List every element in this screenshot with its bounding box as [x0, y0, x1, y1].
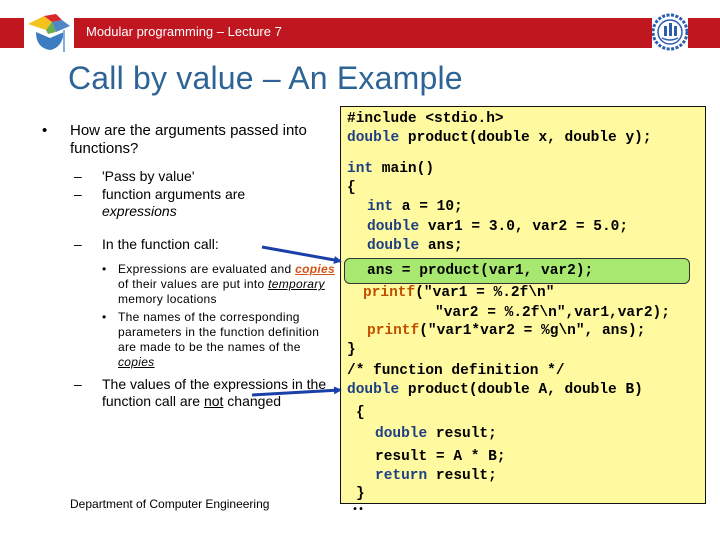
bullet-level3: • Expressions are evaluated and copies o…: [38, 262, 338, 307]
bullet-dash: –: [74, 376, 82, 392]
code-line-ans-decl: double ans;: [367, 238, 463, 254]
code-line-main: int main(): [347, 161, 435, 177]
code-line-prototype: double product(double x, double y);: [347, 130, 652, 146]
bullet-dash: –: [74, 236, 82, 252]
header-title: Modular programming – Lecture 7: [86, 24, 282, 39]
code-line-printf1: printf("var1 = %.2f\n": [363, 285, 555, 301]
code-line-close-brace: }: [347, 342, 356, 358]
code-line-printf2: printf("var1*var2 = %g\n", ans);: [367, 323, 646, 339]
footer-department: Department of Computer Engineering: [70, 497, 270, 511]
bullet-text: memory locations: [118, 292, 217, 306]
code-line-int-a: int a = 10;: [367, 199, 463, 215]
bullet-level2: – 'Pass by value': [38, 168, 338, 185]
header-band-right: [688, 18, 720, 48]
bullet-list: • How are the arguments passed into func…: [38, 122, 338, 410]
bullet-dot: •: [42, 122, 48, 139]
code-line-def-close: }: [356, 486, 365, 502]
bullet-dash: –: [74, 186, 82, 202]
emphasis-copies-2: copies: [118, 355, 155, 369]
code-line-definition: double product(double A, double B): [347, 382, 643, 398]
bullet-text: 'Pass by value': [102, 168, 195, 184]
code-line-def-open: {: [356, 405, 365, 421]
bullet-text: function arguments are: [102, 186, 246, 202]
bullet-level3: • The names of the corresponding paramet…: [38, 310, 338, 370]
bullet-level2: – In the function call:: [38, 236, 338, 253]
bullet-level1: • How are the arguments passed into func…: [38, 122, 338, 158]
code-line-result-assign: result = A * B;: [375, 449, 506, 465]
emphasis-not: not: [203, 393, 224, 409]
bullet-level2: – The values of the expressions in the f…: [38, 376, 338, 410]
graduation-cap-puzzle-icon: [28, 14, 70, 52]
header-band-left: [0, 18, 24, 48]
university-seal-icon: [652, 13, 688, 51]
code-line-vars: double var1 = 3.0, var2 = 5.0;: [367, 219, 629, 235]
code-line-include: #include <stdio.h>: [347, 111, 504, 127]
code-line-return: return result;: [375, 468, 497, 484]
code-line-call: ans = product(var1, var2);: [367, 263, 594, 279]
bullet-dash: –: [74, 168, 82, 184]
stray-marks: ••: [352, 505, 365, 516]
bullet-text: of their values are put into: [118, 277, 269, 291]
code-line-printf1-cont: "var2 = %.2f\n",var1,var2);: [435, 305, 670, 321]
code-line-open-brace: {: [347, 180, 356, 196]
bullet-text: In the function call:: [102, 236, 219, 252]
code-line-comment: /* function definition */: [347, 363, 565, 379]
bullet-text: changed: [223, 393, 282, 409]
bullet-dot: •: [102, 310, 107, 324]
bullet-text: How are the arguments passed into functi…: [70, 122, 307, 157]
bullet-text: The names of the corresponding parameter…: [118, 310, 320, 354]
bullet-dot: •: [102, 262, 107, 276]
code-line-result-decl: double result;: [375, 426, 497, 442]
bullet-level2: – function arguments are expressions: [38, 186, 338, 220]
slide-title: Call by value – An Example: [68, 60, 463, 96]
emphasis-copies: copies: [295, 262, 335, 276]
bullet-italic-text: expressions: [102, 203, 177, 219]
bullet-text: Expressions are evaluated and: [118, 262, 292, 276]
emphasis-temporary: temporary: [268, 277, 325, 291]
